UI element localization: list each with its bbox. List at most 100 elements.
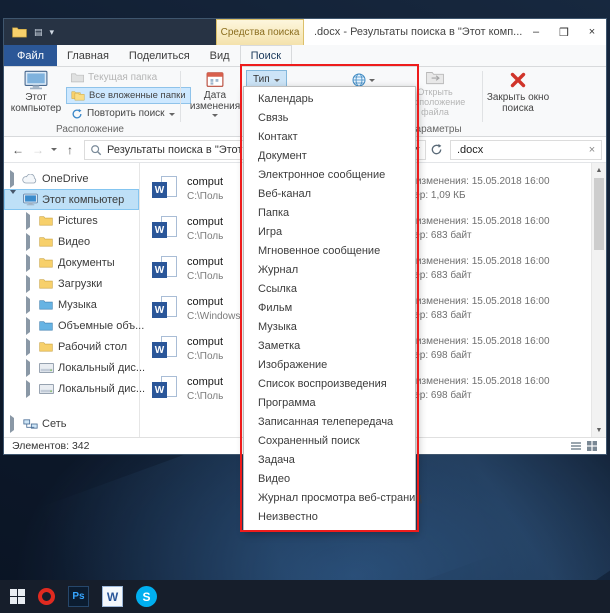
menu-item[interactable]: Мгновенное сообщение — [244, 242, 415, 261]
tab-search[interactable]: Поиск — [239, 45, 293, 66]
chevron-right-icon[interactable] — [26, 379, 34, 398]
word-document-icon: W — [152, 216, 178, 242]
qat-properties-icon[interactable]: ▤ — [34, 27, 43, 38]
menu-item[interactable]: Контакт — [244, 128, 415, 147]
menu-item[interactable]: Заметка — [244, 337, 415, 356]
menu-item[interactable]: Папка — [244, 204, 415, 223]
opera-icon[interactable] — [38, 588, 55, 605]
vertical-scrollbar[interactable]: ▲ ▼ — [591, 163, 606, 437]
tab-share[interactable]: Поделиться — [119, 45, 200, 66]
tab-view[interactable]: Вид — [200, 45, 240, 66]
menu-item[interactable]: Задача — [244, 451, 415, 470]
chevron-down-icon[interactable] — [10, 189, 18, 209]
date-modified-button[interactable]: Дата изменения — [186, 70, 244, 120]
menu-item[interactable]: Игра — [244, 223, 415, 242]
chevron-right-icon[interactable] — [26, 316, 34, 335]
search-tools-context-tab[interactable]: Средства поиска — [216, 19, 304, 45]
calendar-icon — [206, 70, 224, 88]
this-pc-label: Этот компьютер — [10, 92, 62, 114]
sidebar-item-onedrive[interactable]: OneDrive — [4, 168, 139, 189]
forward-button: → — [32, 142, 44, 157]
menu-item[interactable]: Неизвестно — [244, 508, 415, 527]
minimize-button[interactable]: – — [522, 19, 550, 45]
chevron-right-icon[interactable] — [26, 295, 34, 314]
cloud-icon — [22, 173, 38, 184]
menu-item[interactable]: Документ — [244, 147, 415, 166]
close-search-button[interactable]: Закрыть окно поиска — [486, 70, 550, 114]
folder-icon — [38, 341, 54, 352]
menu-item[interactable]: Связь — [244, 109, 415, 128]
location-group-label: Расположение — [56, 124, 124, 135]
sidebar-item-network[interactable]: Сеть — [4, 413, 139, 434]
menu-item[interactable]: Изображение — [244, 356, 415, 375]
qat-customize-chevron-icon[interactable]: ▾ — [50, 27, 55, 38]
word-document-icon: W — [152, 256, 178, 282]
this-pc-button[interactable]: Этот компьютер — [8, 70, 64, 114]
navigation-pane: OneDrive Этот компьютер Pictures Видео Д — [4, 163, 145, 437]
chevron-right-icon[interactable] — [26, 232, 34, 251]
sidebar-item-local-disk-c[interactable]: Локальный дис... — [4, 357, 145, 378]
search-input[interactable] — [451, 143, 583, 156]
maximize-button[interactable]: ❒ — [550, 19, 578, 45]
sidebar-item-label: Этот компьютер — [42, 193, 125, 206]
taskbar: Ps W S — [0, 580, 610, 613]
sidebar-item-label: Загрузки — [58, 277, 103, 290]
refresh-button[interactable] — [430, 143, 448, 156]
tab-home[interactable]: Главная — [57, 45, 119, 66]
folder-icon — [38, 236, 54, 247]
menu-item[interactable]: Список воспроизведения — [244, 375, 415, 394]
sidebar-item-3d-objects[interactable]: Объемные объ... — [4, 315, 144, 336]
chevron-right-icon[interactable] — [10, 414, 18, 433]
word-icon[interactable]: W — [102, 586, 123, 607]
close-button[interactable]: × — [578, 19, 606, 45]
file-modified: Дата изменения: 15.05.2018 16:00 — [391, 176, 550, 187]
menu-item[interactable]: Календарь — [244, 90, 415, 109]
up-button[interactable]: ↑ — [60, 143, 80, 157]
menu-item[interactable]: Журнал — [244, 261, 415, 280]
menu-item[interactable]: Фильм — [244, 299, 415, 318]
refresh-icon — [71, 108, 83, 120]
details-view-icon[interactable] — [570, 440, 582, 452]
sidebar-item-documents[interactable]: Документы — [4, 252, 139, 273]
chevron-right-icon[interactable] — [10, 169, 18, 188]
chevron-right-icon[interactable] — [26, 211, 34, 230]
sidebar-item-label: Видео — [58, 235, 91, 248]
file-size: Размер: 698 байт — [391, 350, 472, 361]
menu-item[interactable]: Видео — [244, 470, 415, 489]
scrollbar-thumb[interactable] — [594, 178, 604, 250]
menu-item[interactable]: Музыка — [244, 318, 415, 337]
scroll-up-icon[interactable]: ▲ — [592, 163, 606, 177]
folder-location-icon — [426, 70, 444, 85]
skype-icon[interactable]: S — [136, 586, 157, 607]
menu-item[interactable]: Ссылка — [244, 280, 415, 299]
thumbnail-view-icon[interactable] — [586, 440, 598, 452]
menu-item[interactable]: Программа — [244, 394, 415, 413]
menu-item[interactable]: Журнал просмотра веб-страниц — [244, 489, 422, 508]
chevron-right-icon[interactable] — [26, 274, 34, 293]
sidebar-item-downloads[interactable]: Загрузки — [4, 273, 139, 294]
sidebar-item-this-pc[interactable]: Этот компьютер — [4, 189, 139, 210]
sidebar-item-pictures[interactable]: Pictures — [4, 210, 139, 231]
start-button[interactable] — [10, 589, 25, 604]
title-bar: ▤ ▾ Средства поиска .docx - Результаты п… — [4, 19, 606, 45]
back-button[interactable]: ← — [8, 143, 28, 157]
clear-search-icon[interactable]: × — [583, 144, 601, 156]
chevron-right-icon[interactable] — [26, 358, 34, 377]
search-again-button[interactable]: Повторить поиск — [66, 105, 191, 122]
sidebar-item-desktop[interactable]: Рабочий стол — [4, 336, 139, 357]
sidebar-item-videos[interactable]: Видео — [4, 231, 139, 252]
menu-item[interactable]: Записанная телепередача — [244, 413, 415, 432]
menu-item[interactable]: Веб-канал — [244, 185, 415, 204]
menu-item[interactable]: Электронное сообщение — [244, 166, 415, 185]
all-subfolders-button[interactable]: Все вложенные папки — [66, 87, 191, 104]
sidebar-item-music[interactable]: Музыка — [4, 294, 139, 315]
recent-locations-chevron-icon[interactable] — [48, 143, 60, 157]
chevron-right-icon[interactable] — [26, 253, 34, 272]
chevron-right-icon[interactable] — [26, 337, 34, 356]
sidebar-item-local-disk-d[interactable]: Локальный дис... — [4, 378, 145, 399]
current-folder-label: Текущая папка — [88, 72, 158, 83]
scroll-down-icon[interactable]: ▼ — [592, 423, 606, 437]
tab-file[interactable]: Файл — [4, 45, 58, 66]
photoshop-icon[interactable]: Ps — [68, 586, 89, 607]
menu-item[interactable]: Сохраненный поиск — [244, 432, 415, 451]
